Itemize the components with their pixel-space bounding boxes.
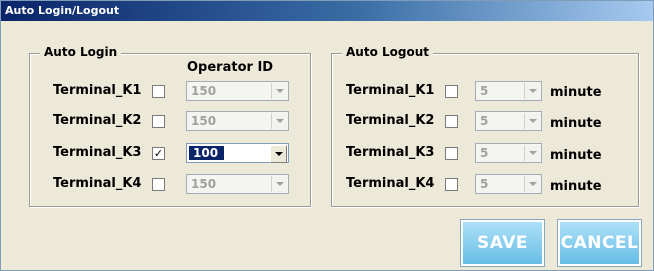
auto-login-logout-dialog: Auto Login/Logout Auto Login Operator ID… <box>0 0 654 271</box>
logout-k2-unit: minute <box>550 116 602 131</box>
login-k1-checkbox[interactable] <box>152 85 165 98</box>
logout-k2-checkbox[interactable] <box>445 115 458 128</box>
logout-k4-label: Terminal_K4 <box>346 176 435 191</box>
logout-k4-minutes-select[interactable]: 5 <box>475 174 542 194</box>
login-k4-checkbox[interactable] <box>152 178 165 191</box>
chevron-down-icon[interactable] <box>524 83 540 99</box>
logout-k4-minutes-value: 5 <box>480 177 489 191</box>
login-k1-operator-value: 150 <box>191 84 217 98</box>
logout-k3-minutes-value: 5 <box>480 146 489 160</box>
logout-k1-checkbox[interactable] <box>445 85 458 98</box>
chevron-down-icon[interactable] <box>271 176 287 192</box>
auto-login-legend: Auto Login <box>40 45 122 59</box>
window-title: Auto Login/Logout <box>5 4 120 17</box>
operator-id-header: Operator ID <box>187 60 274 75</box>
logout-k2-label: Terminal_K2 <box>346 113 435 128</box>
logout-k4-checkbox[interactable] <box>445 178 458 191</box>
chevron-down-icon[interactable] <box>270 145 287 163</box>
chevron-down-icon[interactable] <box>524 113 540 129</box>
login-k1-label: Terminal_K1 <box>53 83 142 98</box>
logout-k1-label: Terminal_K1 <box>346 83 435 98</box>
login-k2-operator-select[interactable]: 150 <box>186 111 289 131</box>
login-k2-checkbox[interactable] <box>152 115 165 128</box>
login-k3-label: Terminal_K3 <box>53 145 142 160</box>
logout-k3-unit: minute <box>550 148 602 163</box>
cancel-button[interactable]: CANCEL <box>557 219 642 267</box>
chevron-down-icon[interactable] <box>524 176 540 192</box>
logout-k4-unit: minute <box>550 179 602 194</box>
logout-k1-unit: minute <box>550 85 602 100</box>
chevron-down-icon[interactable] <box>271 113 287 129</box>
title-bar[interactable]: Auto Login/Logout <box>1 1 653 21</box>
logout-k3-minutes-select[interactable]: 5 <box>475 143 542 163</box>
login-k2-operator-value: 150 <box>191 114 217 128</box>
save-button[interactable]: SAVE <box>460 219 545 267</box>
login-k2-label: Terminal_K2 <box>53 113 142 128</box>
login-k3-operator-value: 100 <box>189 146 225 160</box>
logout-k2-minutes-value: 5 <box>480 114 489 128</box>
logout-k1-minutes-select[interactable]: 5 <box>475 81 542 101</box>
logout-k3-checkbox[interactable] <box>445 147 458 160</box>
login-k4-label: Terminal_K4 <box>53 176 142 191</box>
login-k4-operator-select[interactable]: 150 <box>186 174 289 194</box>
logout-k1-minutes-value: 5 <box>480 84 489 98</box>
login-k3-operator-select[interactable]: 100 <box>186 143 289 163</box>
login-k3-checkbox[interactable]: ✓ <box>152 147 165 160</box>
chevron-down-icon[interactable] <box>524 145 540 161</box>
login-k4-operator-value: 150 <box>191 177 217 191</box>
auto-logout-legend: Auto Logout <box>342 45 433 59</box>
chevron-down-icon[interactable] <box>271 83 287 99</box>
logout-k2-minutes-select[interactable]: 5 <box>475 111 542 131</box>
logout-k3-label: Terminal_K3 <box>346 145 435 160</box>
login-k1-operator-select[interactable]: 150 <box>186 81 289 101</box>
